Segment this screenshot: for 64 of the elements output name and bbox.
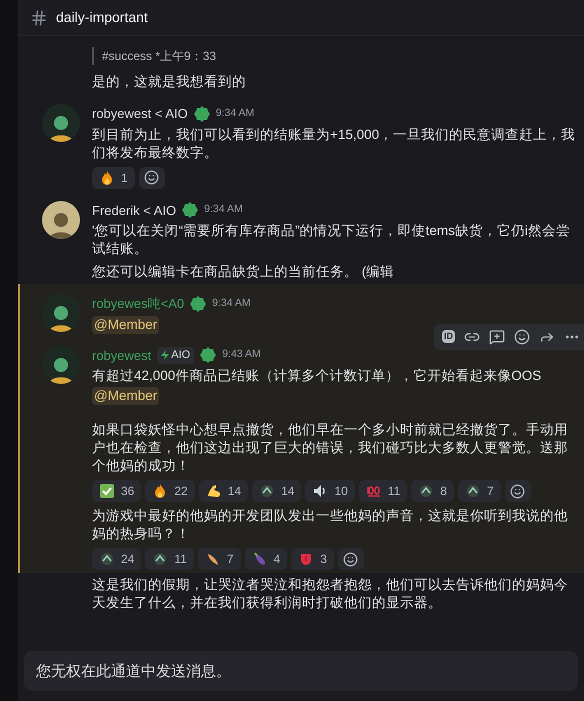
message-text: 有超过42,000件商品已结账（计算多个计数订单），它开始看起来像OOS xyxy=(92,367,542,385)
avatar[interactable] xyxy=(42,200,80,238)
reaction-button[interactable]: 14 xyxy=(198,480,248,502)
channel-name: daily-important xyxy=(56,8,148,27)
custom-emoji-icon xyxy=(464,483,481,499)
reaction-button[interactable]: 8 xyxy=(411,480,454,502)
hundred-points-icon xyxy=(366,483,382,499)
flame-icon xyxy=(99,170,115,186)
user-mention[interactable]: @Member xyxy=(92,387,160,405)
user-mention[interactable]: @Member xyxy=(92,316,160,334)
avatar[interactable] xyxy=(42,346,80,384)
smiley-icon xyxy=(144,170,160,185)
checkmark-icon xyxy=(99,483,115,499)
reaction-button[interactable]: 14 xyxy=(252,480,302,502)
thread-icon[interactable] xyxy=(489,328,505,344)
lightning-icon xyxy=(161,350,170,360)
custom-emoji-icon xyxy=(152,551,168,567)
timestamp: 9:43 AM xyxy=(222,347,261,362)
message-text: '您可以在关闭“需要所有库存商品”的情况下运行，即使tems缺货，它仍i然会尝试结账。 xyxy=(92,222,571,258)
eggplant-icon xyxy=(252,551,268,567)
author-name[interactable]: Frederik < AIO xyxy=(92,200,176,220)
id-button[interactable]: ID xyxy=(442,330,455,344)
smiley-icon xyxy=(343,552,358,566)
reaction-button[interactable]: 11 xyxy=(145,548,194,570)
verified-badge-icon xyxy=(200,347,216,364)
message-text: 到目前为止，我们可以看到的结账量为+15,000，一旦我们的民意调查赶上，我们将发布最终数字。 xyxy=(92,126,576,162)
reply-reference[interactable]: #success *上午9：33 xyxy=(92,47,216,65)
reaction-button[interactable]: 10 xyxy=(305,480,355,502)
timestamp: 9:34 AM xyxy=(212,296,251,311)
message-text: 如果口袋妖怪中心想早点撤货，他们早在一个多小时前就已经撤货了。手动用户也在检查，他们这边出现了巨大的错误，我们碰巧比大多数人更警觉。送那个他妈的成功！ xyxy=(92,421,569,475)
reaction-button[interactable]: 7 xyxy=(198,548,241,570)
role-badge: AIO xyxy=(157,347,194,364)
reaction-button[interactable]: 36 xyxy=(92,480,142,502)
avatar[interactable] xyxy=(42,104,80,142)
reaction-button[interactable]: 24 xyxy=(92,548,142,570)
custom-emoji-icon xyxy=(418,483,434,499)
message-text: 这是我们的假期，让哭泣者哭泣和抱怨者抱怨，他们可以去告诉他们的妈妈今天发生了什么，并在我们获得利润时打破他们的显示器。 xyxy=(92,576,569,612)
smiley-icon xyxy=(510,484,526,498)
add-reaction-button[interactable] xyxy=(138,166,165,188)
verified-badge-icon xyxy=(182,202,198,218)
flexed-arm-icon xyxy=(206,483,222,499)
reaction-button[interactable]: 1 xyxy=(92,166,135,188)
reaction-button[interactable]: 7 xyxy=(458,480,501,502)
message-text: 是的，这就是我想看到的 xyxy=(92,73,247,91)
avatar[interactable] xyxy=(42,294,80,332)
add-reaction-button[interactable] xyxy=(504,480,531,502)
author-name[interactable]: robyewest xyxy=(92,346,152,365)
message-text: 为游戏中最好的他妈的开发团队发出一些他妈的声音，这就是你听到我说的他妈的热身吗？！ xyxy=(92,507,569,543)
message-text: 您还可以编辑卡在商品缺货上的当前任务。 (编辑 xyxy=(92,263,396,281)
channel-hash-icon xyxy=(30,8,48,26)
reaction-button[interactable]: 4 xyxy=(244,548,288,570)
verified-badge-icon xyxy=(194,106,210,122)
timestamp: 9:34 AM xyxy=(204,202,243,218)
author-name[interactable]: robyewest < AIO xyxy=(92,104,188,124)
add-reaction-button[interactable] xyxy=(338,548,364,570)
reaction-button[interactable]: 3 xyxy=(291,548,334,570)
reaction-button[interactable]: 11 xyxy=(358,480,408,502)
timestamp: 9:34 AM xyxy=(216,106,254,121)
verified-badge-icon xyxy=(190,296,206,312)
custom-emoji-icon xyxy=(99,551,115,567)
add-reaction-icon[interactable] xyxy=(514,328,530,344)
author-name[interactable]: robyewes吨<A0 xyxy=(92,294,184,314)
reaction-button[interactable]: 22 xyxy=(145,480,195,502)
custom-emoji-icon xyxy=(259,483,276,499)
